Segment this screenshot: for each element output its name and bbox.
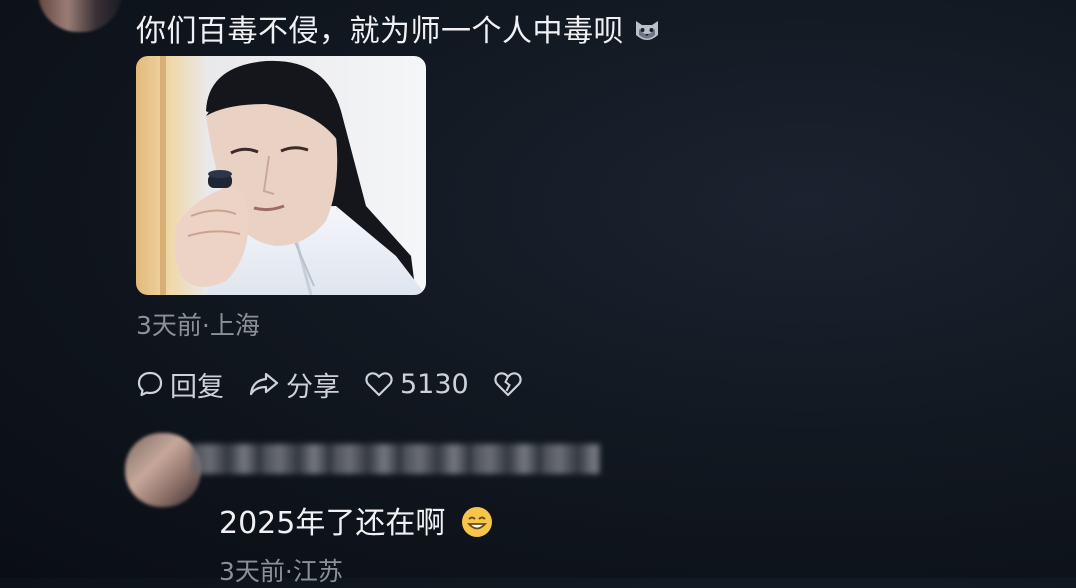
chat-bubble-icon — [137, 371, 163, 397]
reply-avatar[interactable] — [125, 433, 201, 507]
broken-heart-icon — [494, 372, 522, 397]
cat-emoji-icon — [632, 15, 662, 45]
dislike-button[interactable] — [493, 370, 529, 398]
reply-body: 2025年了还在啊 — [219, 506, 446, 541]
reply-text: 2025年了还在啊 — [219, 498, 493, 546]
comment-body: 你们百毒不侵，就为师一个人中毒呗 — [136, 14, 624, 49]
share-button[interactable]: 分享 — [248, 365, 340, 404]
like-count: 5130 — [400, 368, 469, 400]
reply-username-blurred — [192, 444, 600, 474]
reply-button[interactable]: 回复 — [136, 365, 224, 404]
grinning-face-emoji — [461, 506, 493, 546]
comment-text: 你们百毒不侵，就为师一个人中毒呗 — [136, 12, 662, 52]
share-label: 分享 — [286, 371, 340, 403]
reply-label: 回复 — [170, 371, 224, 403]
like-button[interactable]: 5130 — [364, 369, 469, 400]
reply-meta: 3天前·江苏 — [219, 557, 343, 586]
heart-icon — [365, 372, 393, 397]
comment-meta: 3天前·上海 — [136, 311, 260, 340]
share-arrow-icon — [249, 372, 279, 396]
comment-image[interactable] — [136, 56, 426, 295]
commenter-avatar[interactable] — [38, 0, 122, 32]
comment-actions: 回复 分享 5130 — [136, 365, 553, 404]
